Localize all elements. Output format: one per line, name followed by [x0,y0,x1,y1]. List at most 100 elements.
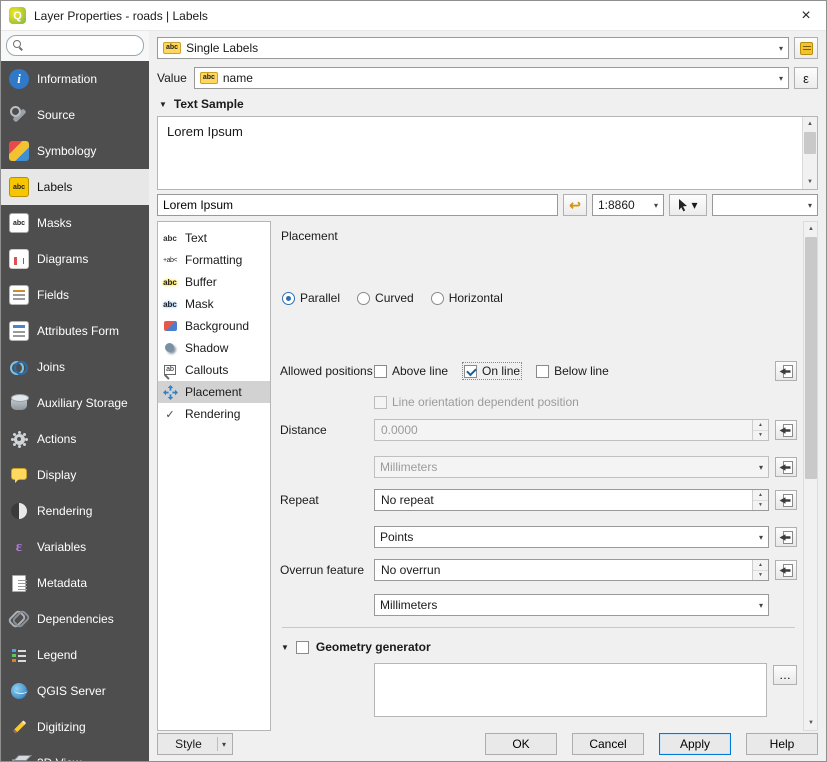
checkbox [536,365,549,378]
label-mode-combo[interactable]: abc Single Labels ▾ [157,37,789,59]
reset-sample-button[interactable]: ↩ [563,194,587,216]
preview-scale-combo[interactable]: 1:8860 ▾ [592,194,664,216]
close-button[interactable]: × [790,2,822,30]
tab-mask[interactable]: Mask [158,293,270,315]
checkbox-line-orientation[interactable]: Line orientation dependent position [374,395,579,409]
sidebar-item-digitizing[interactable]: Digitizing [1,709,149,745]
automated-placement-button[interactable] [794,37,818,59]
sidebar-item-source[interactable]: Source [1,97,149,133]
tab-buffer[interactable]: Buffer [158,271,270,293]
scroll-down-icon[interactable]: ▼ [803,175,817,189]
sidebar-item-qgis-server[interactable]: QGIS Server [1,673,149,709]
text-sample-section-header[interactable]: ▼ Text Sample [159,96,818,112]
set-scale-from-canvas-button[interactable]: ▾ [669,194,707,216]
radio-dot [357,292,370,305]
mask-tab-icon [161,296,179,312]
rendering-tab-icon [161,406,179,422]
sidebar-item-labels[interactable]: Labels [1,169,149,205]
variables-icon [9,537,29,557]
title-bar: Q Layer Properties - roads | Labels × [1,1,826,31]
ok-button[interactable]: OK [485,733,557,755]
sidebar-item-display[interactable]: Display [1,457,149,493]
label-mode-row: abc Single Labels ▾ [157,37,818,59]
tab-shadow[interactable]: Shadow [158,337,270,359]
text-field-chip-icon: abc [200,72,218,84]
joins-icon [9,357,29,377]
scroll-up-icon[interactable]: ▲ [804,222,818,236]
allowed-positions-group: Above line On line Below line [374,364,769,378]
main-area: abc Single Labels ▾ Value abc name ▾ ε ▼… [149,31,826,761]
style-menu-button[interactable]: Style ▾ [157,733,233,755]
help-button[interactable]: Help [746,733,818,755]
overrun-spinbox[interactable]: No overrun ▲▼ [374,559,769,581]
label-mode-value: Single Labels [186,41,258,55]
placement-scrollbar[interactable]: ▲ ▼ [803,221,818,731]
sidebar-item-auxiliary-storage[interactable]: Auxiliary Storage [1,385,149,421]
spinner-arrows[interactable]: ▲▼ [752,420,768,440]
distance-unit-override-button[interactable] [775,457,797,477]
repeat-override-button[interactable] [775,490,797,510]
value-field-value: name [223,71,253,85]
preview-background-combo[interactable]: ▾ [712,194,818,216]
expression-dialog-button[interactable]: … [773,665,797,685]
tab-background[interactable]: Background [158,315,270,337]
tab-text[interactable]: Text [158,227,270,249]
scroll-up-icon[interactable]: ▲ [803,117,817,131]
sidebar-item-information[interactable]: Information [1,61,149,97]
geometry-generator-expression-box[interactable] [374,663,767,717]
tab-placement[interactable]: Placement [158,381,270,403]
chevron-down-icon: ▾ [759,601,763,610]
labels-icon [9,177,29,197]
overrun-unit-combo[interactable]: Millimeters ▾ [374,594,769,616]
sidebar-item-diagrams[interactable]: Diagrams [1,241,149,277]
repeat-unit-combo[interactable]: Points ▾ [374,526,769,548]
sidebar-item-dependencies[interactable]: Dependencies [1,601,149,637]
repeat-spinbox[interactable]: No repeat ▲▼ [374,489,769,511]
sidebar-item-3d-view[interactable]: 3D View [1,745,149,761]
expression-builder-button[interactable]: ε [794,67,818,89]
checkbox-on-line[interactable]: On line [464,364,520,378]
sidebar-item-actions[interactable]: Actions [1,421,149,457]
sidebar-item-joins[interactable]: Joins [1,349,149,385]
apply-button[interactable]: Apply [659,733,731,755]
actions-icon [9,429,29,449]
repeat-unit-override-button[interactable] [775,527,797,547]
radio-curved[interactable]: Curved [357,291,414,305]
overrun-override-button[interactable] [775,560,797,580]
radio-parallel[interactable]: Parallel [282,291,340,305]
repeat-unit-row: Points ▾ [280,526,797,548]
checkbox-above-line[interactable]: Above line [374,364,448,378]
collapse-triangle-icon[interactable]: ▼ [281,643,289,652]
cancel-button[interactable]: Cancel [572,733,644,755]
distance-override-button[interactable] [775,420,797,440]
value-field-combo[interactable]: abc name ▾ [194,67,789,89]
tab-callouts[interactable]: Callouts [158,359,270,381]
sidebar-item-symbology[interactable]: Symbology [1,133,149,169]
sample-text-input[interactable] [157,194,558,216]
checkbox-geometry-generator[interactable] [296,641,309,654]
sidebar-item-variables[interactable]: Variables [1,529,149,565]
checkbox-below-line[interactable]: Below line [536,364,609,378]
sidebar-item-rendering[interactable]: Rendering [1,493,149,529]
radio-horizontal[interactable]: Horizontal [431,291,503,305]
distance-spinbox[interactable]: 0.0000 ▲▼ [374,419,769,441]
search-box[interactable] [6,35,144,56]
sample-scrollbar[interactable]: ▲ ▼ [802,117,817,189]
allowed-positions-override-button[interactable] [775,361,797,381]
scrollbar-thumb[interactable] [804,132,816,154]
chevron-down-icon: ▾ [650,201,658,210]
sidebar-item-legend[interactable]: Legend [1,637,149,673]
scrollbar-thumb[interactable] [805,237,817,479]
spinner-arrows[interactable]: ▲▼ [752,560,768,580]
tab-rendering[interactable]: Rendering [158,403,270,425]
spinner-arrows[interactable]: ▲▼ [752,490,768,510]
distance-unit-combo[interactable]: Millimeters ▾ [374,456,769,478]
sidebar-item-attributes-form[interactable]: Attributes Form [1,313,149,349]
sidebar-item-fields[interactable]: Fields [1,277,149,313]
tab-formatting[interactable]: Formatting [158,249,270,271]
sidebar-item-metadata[interactable]: Metadata [1,565,149,601]
sidebar-item-masks[interactable]: Masks [1,205,149,241]
geometry-generator-label: Geometry generator [316,640,431,654]
search-input[interactable] [29,40,137,52]
scroll-down-icon[interactable]: ▼ [804,716,818,730]
